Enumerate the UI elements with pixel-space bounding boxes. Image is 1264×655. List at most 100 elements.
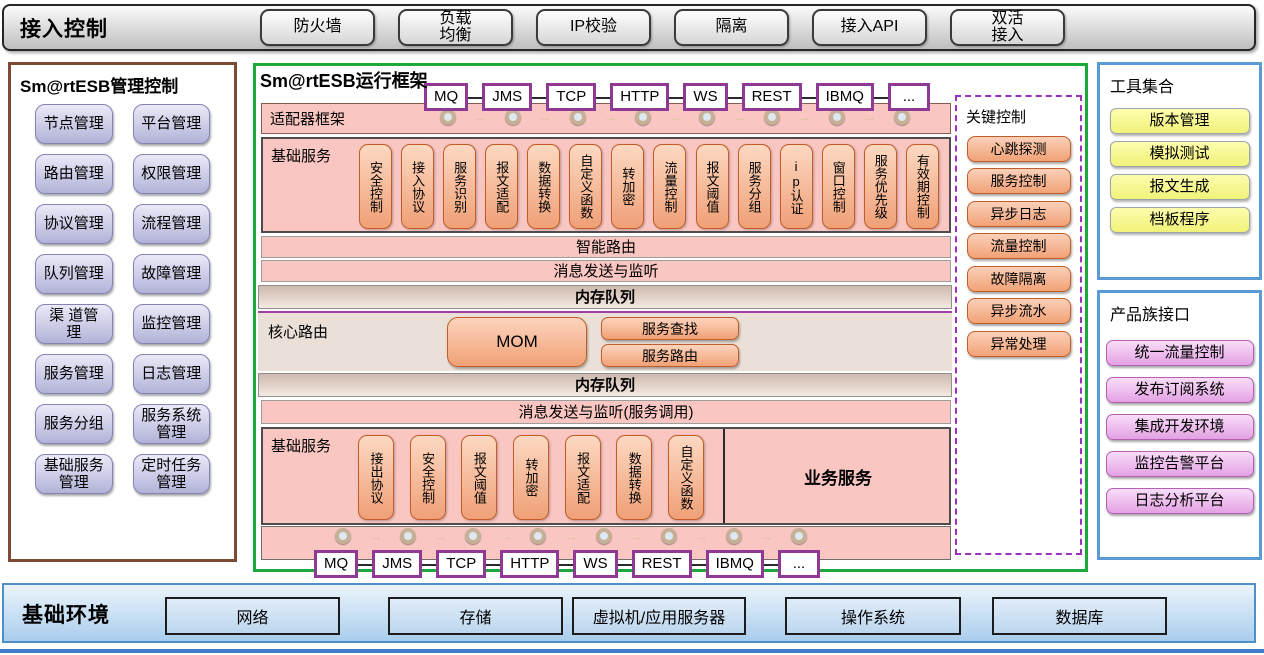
protocol-tcp: TCP	[436, 550, 486, 578]
smart-routing-bar: 智能路由	[261, 236, 951, 258]
connector-dot	[764, 109, 780, 125]
connector-dots-bottom: → → → → → → →	[335, 528, 807, 544]
node-validity-control: 有效期控制	[906, 144, 939, 229]
node-service-route: 服务路由	[601, 344, 739, 367]
node-stub-program: 档板程序	[1110, 207, 1250, 233]
connector-dot	[596, 528, 612, 544]
access-control-title: 接入控制	[20, 13, 108, 43]
protocol-ibmq: IBMQ	[706, 550, 764, 578]
node-database: 数据库	[992, 597, 1167, 635]
protocol-tcp: TCP	[546, 83, 596, 111]
node-permission-mgmt: 权限管理	[133, 154, 211, 194]
connector-dot	[335, 528, 351, 544]
node-heartbeat-detect: 心跳探测	[967, 136, 1071, 162]
connector-dot	[661, 528, 677, 544]
node-security-control: 安全控制	[410, 435, 446, 520]
node-service-system-mgmt: 服务系统管理	[133, 404, 211, 444]
message-send-listen-bar: 消息发送与监听	[261, 260, 951, 282]
node-channel-mgmt: 渠 道管理	[35, 304, 113, 344]
node-message-generate: 报文生成	[1110, 174, 1250, 200]
memory-queue-bar-2: 内存队列	[258, 373, 952, 397]
base-environment-bar: 基础环境 网络 存储 虚拟机/应用服务器 操作系统 数据库	[2, 583, 1256, 643]
node-custom-function: 自定义函数	[569, 144, 602, 229]
connector-dot	[829, 109, 845, 125]
basic-services-outbound-block: 基础服务 接出协议 安全控制 报文阈值 转加密 报文适配 数据转换 自定义函数 …	[261, 427, 951, 525]
node-monitor-alert-platform: 监控告警平台	[1106, 451, 1254, 477]
protocol-ws: WS	[683, 83, 727, 111]
key-controls-title: 关键控制	[957, 97, 1080, 129]
access-control-items: 防火墙 负载 均衡 IP校验 隔离 接入API 双活 接入	[260, 6, 1065, 49]
base-environment-title: 基础环境	[22, 599, 110, 629]
protocol-http: HTTP	[610, 83, 669, 111]
node-encrypt: 转加密	[611, 144, 644, 229]
node-process-mgmt: 流程管理	[133, 204, 211, 244]
node-isolation: 隔离	[674, 9, 789, 46]
flow-arrow-icon: →	[798, 110, 812, 124]
connector-dot	[699, 109, 715, 125]
node-vm-app-server: 虚拟机/应用服务器	[572, 597, 746, 635]
flow-arrow-icon: →	[499, 529, 513, 543]
flow-arrow-icon: →	[862, 110, 876, 124]
protocol-row-bottom: MQ JMS TCP HTTP WS REST IBMQ ...	[314, 550, 820, 578]
connector-dot	[791, 528, 807, 544]
connector-dot	[570, 109, 586, 125]
key-controls-panel: 关键控制 心跳探测 服务控制 异步日志 流量控制 故障隔离 异步流水 异常处理	[955, 95, 1082, 555]
node-storage: 存储	[388, 597, 563, 635]
node-ip-auth: ip认证	[780, 144, 813, 229]
node-route-mgmt: 路由管理	[35, 154, 113, 194]
tools-panel: 工具集合 版本管理 模拟测试 报文生成 档板程序	[1097, 62, 1262, 280]
node-service-identify: 服务识别	[443, 144, 476, 229]
node-operating-system: 操作系统	[785, 597, 961, 635]
protocol-more: ...	[778, 550, 820, 578]
node-service-priority: 服务优先级	[864, 144, 897, 229]
flow-arrow-icon: →	[733, 110, 747, 124]
node-log-mgmt: 日志管理	[133, 354, 211, 394]
node-async-journal: 异步流水	[967, 298, 1071, 324]
node-firewall: 防火墙	[260, 9, 375, 46]
flow-arrow-icon: →	[434, 529, 448, 543]
basic-services-label: 基础服务	[271, 145, 331, 166]
node-monitor-mgmt: 监控管理	[133, 304, 211, 344]
node-version-mgmt: 版本管理	[1110, 108, 1250, 134]
node-service-group: 服务分组	[738, 144, 771, 229]
connector-dot	[400, 528, 416, 544]
connector-dot	[894, 109, 910, 125]
protocol-jms: JMS	[482, 83, 532, 111]
product-family-title: 产品族接口	[1100, 293, 1259, 329]
node-access-protocol: 接入协议	[401, 144, 434, 229]
node-node-mgmt: 节点管理	[35, 104, 113, 144]
node-business-service: 业务服务	[723, 429, 951, 523]
node-ip-check: IP校验	[536, 9, 651, 46]
basic-services-inbound-block: 基础服务 安全控制 接入协议 服务识别 报文适配 数据转换 自定义函数 转加密 …	[261, 137, 951, 233]
node-message-adapt: 报文适配	[565, 435, 601, 520]
protocol-mq: MQ	[314, 550, 358, 578]
memory-queue-bar-1: 内存队列	[258, 285, 952, 309]
access-control-bar: 接入控制 防火墙 负载 均衡 IP校验 隔离 接入API 双活 接入	[2, 4, 1256, 51]
node-security-control: 安全控制	[359, 144, 392, 229]
node-platform-mgmt: 平台管理	[133, 104, 211, 144]
flow-arrow-icon: →	[629, 529, 643, 543]
connector-dot	[726, 528, 742, 544]
management-control-panel: Sm@rtESB管理控制 节点管理 平台管理 路由管理 权限管理 协议管理 流程…	[8, 62, 237, 562]
core-routing-label: 核心路由	[268, 321, 328, 342]
node-basic-service-mgmt: 基础服务管理	[35, 454, 113, 494]
node-timer-task-mgmt: 定时任务管理	[133, 454, 211, 494]
connector-dot	[440, 109, 456, 125]
message-send-listen-call-bar: 消息发送与监听(服务调用)	[261, 400, 951, 424]
protocol-row-top: MQ JMS TCP HTTP WS REST IBMQ ...	[424, 83, 930, 111]
protocol-more: ...	[888, 83, 930, 111]
node-async-log: 异步日志	[967, 201, 1071, 227]
node-fault-mgmt: 故障管理	[133, 254, 211, 294]
protocol-ws: WS	[573, 550, 617, 578]
protocol-mq: MQ	[424, 83, 468, 111]
node-access-api: 接入API	[812, 9, 927, 46]
node-mock-test: 模拟测试	[1110, 141, 1250, 167]
management-panel-title: Sm@rtESB管理控制	[11, 65, 234, 100]
node-pub-sub-system: 发布订阅系统	[1106, 377, 1254, 403]
management-items-grid: 节点管理 平台管理 路由管理 权限管理 协议管理 流程管理 队列管理 故障管理 …	[11, 100, 234, 494]
node-queue-mgmt: 队列管理	[35, 254, 113, 294]
node-unified-flow-control: 统一流量控制	[1106, 340, 1254, 366]
node-flow-control: 流量控制	[967, 233, 1071, 259]
basic-services-inbound-items: 安全控制 接入协议 服务识别 报文适配 数据转换 自定义函数 转加密 流量控制 …	[359, 144, 939, 229]
tools-panel-title: 工具集合	[1100, 65, 1259, 101]
